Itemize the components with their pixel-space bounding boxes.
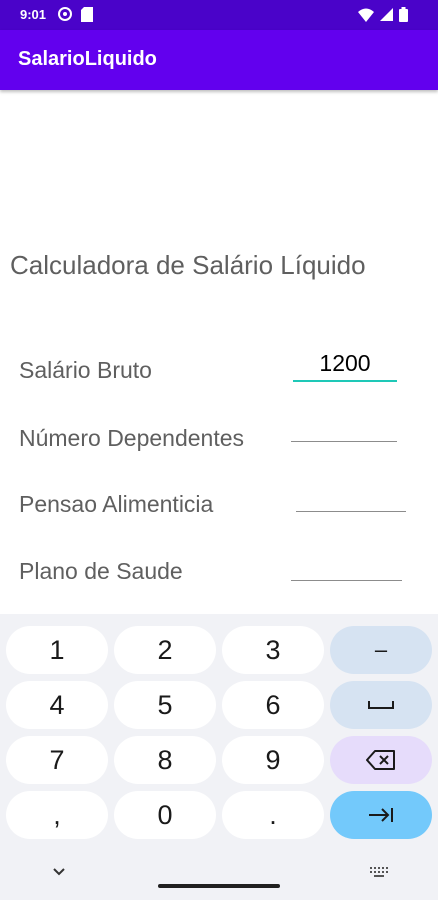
keyboard-switch-icon[interactable]	[370, 866, 388, 884]
key-0[interactable]: 0	[114, 791, 216, 839]
app-bar: SalarioLiquido	[0, 30, 438, 90]
key-1[interactable]: 1	[6, 626, 108, 674]
gesture-nav-bar[interactable]	[158, 884, 280, 888]
settings-icon	[57, 6, 73, 27]
key-next[interactable]	[330, 791, 432, 839]
signal-icon	[380, 8, 393, 26]
key-space[interactable]	[330, 681, 432, 729]
key-6[interactable]: 6	[222, 681, 324, 729]
numero-dependentes-underline	[291, 441, 397, 442]
key-backspace[interactable]	[330, 736, 432, 784]
battery-icon	[399, 7, 408, 27]
numero-dependentes-input[interactable]	[291, 410, 397, 440]
pensao-alimenticia-underline	[296, 511, 406, 512]
key-9[interactable]: 9	[222, 736, 324, 784]
key-comma[interactable]: ,	[6, 791, 108, 839]
key-8[interactable]: 8	[114, 736, 216, 784]
key-5[interactable]: 5	[114, 681, 216, 729]
key-minus[interactable]: –	[330, 626, 432, 674]
page-title: Calculadora de Salário Líquido	[10, 250, 366, 280]
space-icon	[368, 701, 394, 709]
numero-dependentes-label: Número Dependentes	[19, 425, 245, 451]
key-7[interactable]: 7	[6, 736, 108, 784]
sd-card-icon	[81, 6, 93, 27]
chevron-down-icon[interactable]	[52, 864, 66, 882]
pensao-alimenticia-input[interactable]	[296, 479, 406, 509]
status-time: 9:01	[20, 7, 47, 22]
salario-bruto-underline	[293, 380, 397, 382]
backspace-icon	[366, 750, 395, 770]
plano-de-saude-input[interactable]	[291, 548, 402, 578]
salario-bruto-label: Salário Bruto	[19, 357, 152, 383]
key-2[interactable]: 2	[114, 626, 216, 674]
plano-de-saude-label: Plano de Saude	[19, 558, 183, 584]
key-4[interactable]: 4	[6, 681, 108, 729]
app-title: SalarioLiquido	[18, 48, 157, 70]
wifi-icon	[358, 8, 374, 27]
pensao-alimenticia-label: Pensao Alimenticia	[19, 491, 214, 517]
tab-next-icon	[369, 808, 393, 822]
key-3[interactable]: 3	[222, 626, 324, 674]
key-period[interactable]: .	[222, 791, 324, 839]
plano-de-saude-underline	[291, 580, 402, 581]
status-bar: 9:01	[0, 0, 438, 30]
salario-bruto-input[interactable]	[293, 348, 397, 378]
